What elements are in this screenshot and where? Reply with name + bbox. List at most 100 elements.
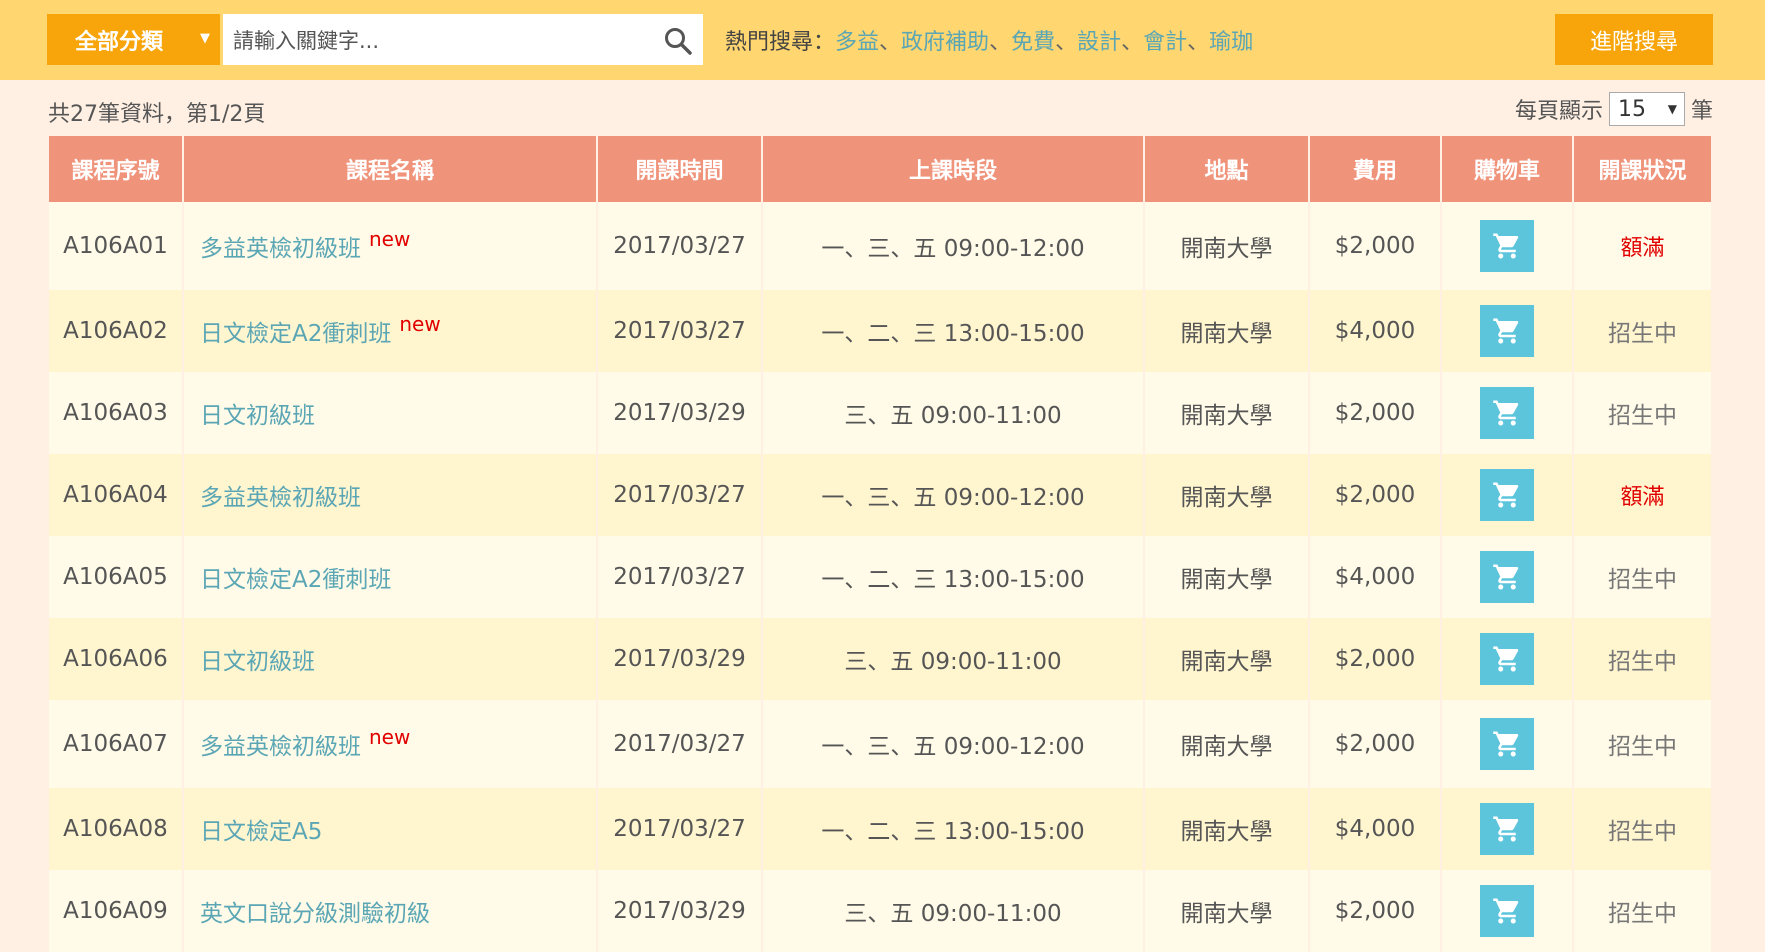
location: 開南大學	[1144, 618, 1310, 700]
per-page-value: 15	[1617, 96, 1646, 122]
category-dropdown[interactable]: 全部分類 ▼	[47, 14, 220, 65]
hot-keyword[interactable]: 免費	[1011, 30, 1055, 55]
class-time: 一、三、五 09:00-12:00	[762, 454, 1145, 536]
hot-search: 熱門搜尋：多益、政府補助、免費、設計、會計、瑜珈	[725, 24, 1253, 56]
add-to-cart-button[interactable]	[1480, 633, 1534, 685]
course-name-link[interactable]: 日文檢定A2衝刺班	[200, 567, 391, 593]
course-id: A106A08	[49, 788, 184, 870]
hot-keyword[interactable]: 會計	[1143, 30, 1187, 55]
per-page-prefix: 每頁顯示	[1514, 99, 1603, 124]
header-location: 地點	[1144, 136, 1310, 202]
class-time: 一、二、三 13:00-15:00	[762, 788, 1145, 870]
start-date: 2017/03/29	[597, 870, 763, 952]
shopping-cart-icon	[1493, 816, 1519, 842]
start-date: 2017/03/27	[597, 536, 763, 618]
course-name-link[interactable]: 多益英檢初級班	[200, 236, 361, 262]
advanced-search-button[interactable]: 進階搜尋	[1555, 14, 1713, 65]
cart-cell	[1441, 618, 1574, 700]
enrollment-status: 招生中	[1573, 788, 1711, 870]
hot-keyword[interactable]: 瑜珈	[1209, 30, 1253, 55]
fee: $2,000	[1309, 202, 1442, 290]
fee: $2,000	[1309, 454, 1442, 536]
location: 開南大學	[1144, 870, 1310, 952]
cart-cell	[1441, 788, 1574, 870]
header-course-id: 課程序號	[49, 136, 184, 202]
enrollment-status: 招生中	[1573, 700, 1711, 788]
hot-keyword[interactable]: 多益	[835, 30, 879, 55]
enrollment-status: 招生中	[1573, 536, 1711, 618]
shopping-cart-icon	[1493, 898, 1519, 924]
hot-keyword[interactable]: 設計	[1077, 30, 1121, 55]
start-date: 2017/03/29	[597, 618, 763, 700]
category-label: 全部分類	[75, 29, 164, 55]
enrollment-status: 額滿	[1573, 454, 1711, 536]
course-name-cell: 日文檢定A2衝刺班	[183, 536, 598, 618]
table-row: A106A04 多益英檢初級班 2017/03/27 一、三、五 09:00-12:0…	[49, 454, 1711, 536]
course-name-cell: 日文檢定A5	[183, 788, 598, 870]
course-name-link[interactable]: 日文檢定A5	[200, 819, 322, 845]
enrollment-status: 招生中	[1573, 290, 1711, 372]
class-time: 一、三、五 09:00-12:00	[762, 700, 1145, 788]
header-class-time: 上課時段	[762, 136, 1145, 202]
add-to-cart-button[interactable]	[1480, 718, 1534, 770]
course-id: A106A02	[49, 290, 184, 372]
course-table: 課程序號 課程名稱 開課時間 上課時段 地點 費用 購物車 開課狀況 A106A…	[49, 136, 1711, 952]
top-search-bar: 全部分類 ▼ 熱門搜尋：多益、政府補助、免費、設計、會計、瑜珈 進階搜尋	[0, 0, 1765, 80]
shopping-cart-icon	[1493, 233, 1519, 259]
shopping-cart-icon	[1493, 731, 1519, 757]
enrollment-status: 額滿	[1573, 202, 1711, 290]
add-to-cart-button[interactable]	[1480, 803, 1534, 855]
location: 開南大學	[1144, 202, 1310, 290]
enrollment-status: 招生中	[1573, 372, 1711, 454]
keyword-separator: 、	[1121, 30, 1144, 55]
enrollment-status: 招生中	[1573, 870, 1711, 952]
search-input[interactable]	[231, 14, 635, 67]
add-to-cart-button[interactable]	[1480, 551, 1534, 603]
add-to-cart-button[interactable]	[1480, 387, 1534, 439]
hot-keyword[interactable]: 政府補助	[901, 30, 989, 55]
shopping-cart-icon	[1493, 564, 1519, 590]
per-page-select[interactable]: 15 ▼	[1608, 92, 1685, 126]
start-date: 2017/03/27	[597, 788, 763, 870]
location: 開南大學	[1144, 372, 1310, 454]
cart-cell	[1441, 290, 1574, 372]
course-name-link[interactable]: 多益英檢初級班	[200, 485, 361, 511]
header-cart: 購物車	[1441, 136, 1574, 202]
add-to-cart-button[interactable]	[1480, 220, 1534, 272]
table-row: A106A06 日文初級班 2017/03/29 三、五 09:00-11:00 開南大…	[49, 618, 1711, 700]
cart-cell	[1441, 536, 1574, 618]
course-name-link[interactable]: 日文初級班	[200, 403, 315, 429]
search-box	[223, 14, 703, 67]
course-id: A106A07	[49, 700, 184, 788]
location: 開南大學	[1144, 788, 1310, 870]
shopping-cart-icon	[1493, 318, 1519, 344]
table-row: A106A07 多益英檢初級班 new 2017/03/27 一、三、五 09:00-1…	[49, 700, 1711, 788]
fee: $2,000	[1309, 372, 1442, 454]
location: 開南大學	[1144, 700, 1310, 788]
table-row: A106A01 多益英檢初級班 new 2017/03/27 一、三、五 09:00-1…	[49, 202, 1711, 290]
course-name-link[interactable]: 日文檢定A2衝刺班	[200, 321, 391, 347]
fee: $2,000	[1309, 700, 1442, 788]
table-row: A106A02 日文檢定A2衝刺班 new 2017/03/27 一、二、三 13:00…	[49, 290, 1711, 372]
class-time: 三、五 09:00-11:00	[762, 870, 1145, 952]
course-name-link[interactable]: 日文初級班	[200, 649, 315, 675]
course-id: A106A01	[49, 202, 184, 290]
fee: $2,000	[1309, 618, 1442, 700]
chevron-down-icon: ▼	[1667, 102, 1677, 116]
course-name-cell: 多益英檢初級班 new	[183, 202, 598, 290]
course-name-link[interactable]: 多益英檢初級班	[200, 734, 361, 760]
search-icon[interactable]	[663, 26, 693, 56]
course-name-cell: 多益英檢初級班 new	[183, 700, 598, 788]
add-to-cart-button[interactable]	[1480, 885, 1534, 937]
course-id: A106A05	[49, 536, 184, 618]
table-row: A106A09 英文口說分級測驗初級 2017/03/29 三、五 09:00-11:…	[49, 870, 1711, 952]
header-course-name: 課程名稱	[183, 136, 598, 202]
add-to-cart-button[interactable]	[1480, 305, 1534, 357]
class-time: 一、二、三 13:00-15:00	[762, 536, 1145, 618]
new-badge: new	[399, 312, 441, 336]
location: 開南大學	[1144, 290, 1310, 372]
course-name-link[interactable]: 英文口說分級測驗初級	[200, 901, 430, 927]
table-row: A106A03 日文初級班 2017/03/29 三、五 09:00-11:00 開南大…	[49, 372, 1711, 454]
shopping-cart-icon	[1493, 482, 1519, 508]
add-to-cart-button[interactable]	[1480, 469, 1534, 521]
